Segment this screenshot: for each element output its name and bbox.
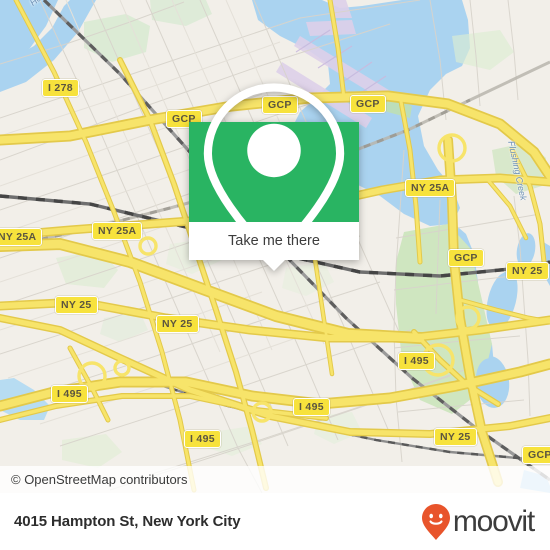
road-shield: I 495 — [398, 352, 435, 370]
road-shield: GCP — [448, 249, 484, 267]
road-shield: I 278 — [42, 79, 79, 97]
road-shield: NY 25A — [92, 222, 143, 240]
moovit-logo[interactable]: moovit — [421, 503, 535, 541]
map-pin-icon — [203, 82, 345, 263]
popup-icon-area — [189, 82, 359, 263]
openstreetmap-attribution[interactable]: © OpenStreetMap contributors — [11, 472, 188, 487]
map-canvas[interactable]: I 278 GCP GCP GCP NY 25A NY 25A NY 25A G… — [0, 0, 550, 493]
moovit-wordmark: moovit — [452, 504, 535, 538]
popup-tail — [262, 259, 286, 271]
road-shield: NY 25 — [55, 296, 98, 314]
road-shield: I 495 — [184, 430, 221, 448]
popup-action-area[interactable]: Take me there — [189, 222, 359, 271]
road-shield: NY 25A — [405, 179, 456, 197]
road-shield: I 495 — [51, 385, 88, 403]
road-shield: GCP — [522, 446, 550, 464]
footer-bar: 4015 Hampton St, New York City moovit — [0, 493, 550, 550]
take-me-there-label: Take me there — [228, 233, 320, 249]
map-attribution-bar: © OpenStreetMap contributors — [0, 466, 550, 493]
road-shield: NY 25 — [434, 428, 477, 446]
location-popup-card[interactable]: Take me there — [189, 82, 359, 271]
moovit-smiley-pin-icon — [421, 503, 450, 540]
road-shield: NY 25 — [506, 262, 549, 280]
map-screenshot-root: I 278 GCP GCP GCP NY 25A NY 25A NY 25A G… — [0, 0, 550, 550]
address-label: 4015 Hampton St, New York City — [14, 513, 241, 530]
road-shield: NY 25A — [0, 228, 43, 246]
